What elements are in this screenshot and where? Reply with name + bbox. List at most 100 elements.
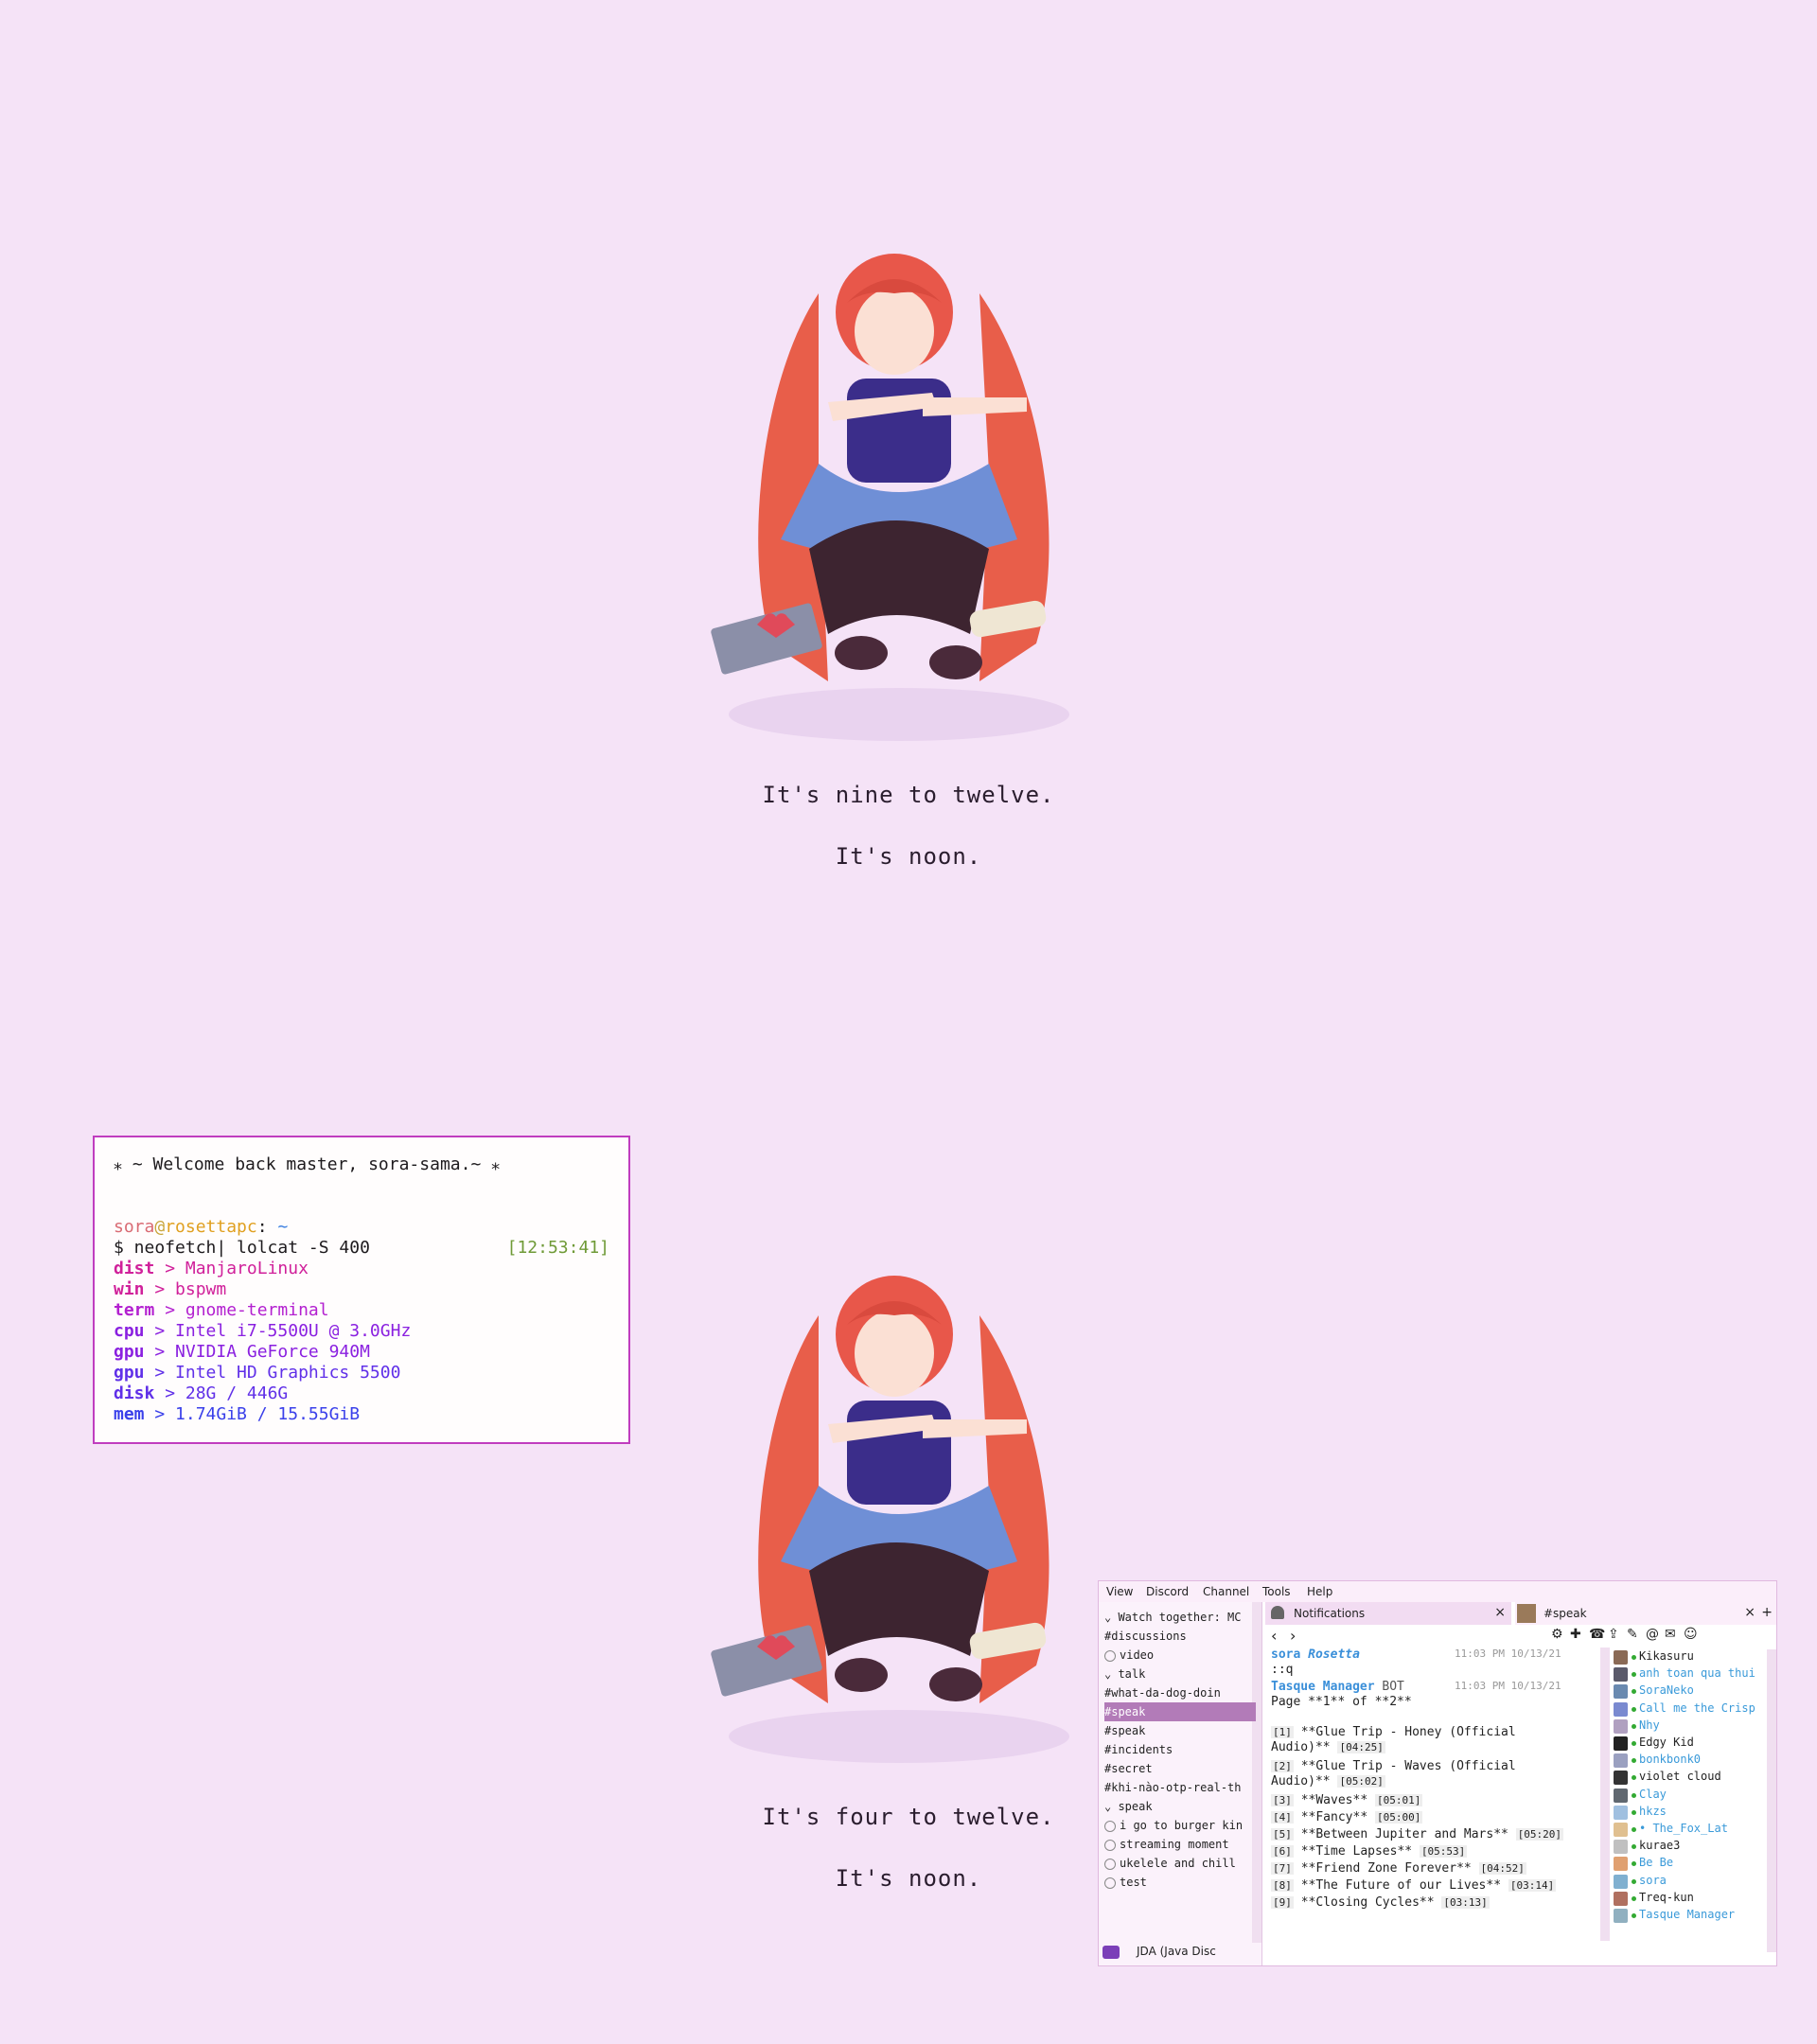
online-status-icon bbox=[1632, 1844, 1636, 1850]
online-status-icon bbox=[1632, 1827, 1636, 1832]
add-tab-icon[interactable]: + bbox=[1761, 1605, 1773, 1620]
channel-item[interactable]: test bbox=[1104, 1873, 1256, 1892]
prompt-host: rosettapc bbox=[165, 1217, 257, 1237]
member-name: violet cloud bbox=[1639, 1770, 1721, 1784]
member-item[interactable]: Nhy bbox=[1614, 1718, 1765, 1735]
channel-item[interactable]: #khi-nào-otp-real-th bbox=[1104, 1778, 1256, 1797]
mention-icon[interactable]: @ bbox=[1646, 1627, 1659, 1642]
chevron-down-icon: ⌄ bbox=[1104, 1800, 1119, 1813]
neofetch-key: win bbox=[114, 1279, 145, 1299]
track-number: [6] bbox=[1271, 1845, 1294, 1858]
forward-icon[interactable]: › bbox=[1290, 1627, 1296, 1645]
member-item[interactable]: Clay bbox=[1614, 1788, 1765, 1804]
avatar bbox=[1614, 1736, 1628, 1751]
channel-label: #what-da-dog-doin bbox=[1104, 1686, 1221, 1700]
channel-item[interactable]: i go to burger kin bbox=[1104, 1816, 1256, 1835]
online-status-icon bbox=[1632, 1655, 1636, 1660]
channel-item[interactable]: #secret bbox=[1104, 1759, 1256, 1778]
menu-discord[interactable]: Discord bbox=[1146, 1585, 1189, 1598]
avatar bbox=[1614, 1718, 1628, 1734]
chat-scrollbar[interactable] bbox=[1600, 1648, 1610, 1941]
menu-help[interactable]: Help bbox=[1307, 1585, 1332, 1598]
track-number: [2] bbox=[1271, 1760, 1294, 1772]
track-duration: [03:14] bbox=[1508, 1879, 1557, 1892]
caption-line-2: It's noon. bbox=[835, 843, 982, 870]
voice-channel-icon bbox=[1104, 1877, 1116, 1889]
channel-item[interactable]: ⌄ talk bbox=[1104, 1665, 1256, 1683]
members-icon[interactable]: ☺ bbox=[1684, 1627, 1698, 1642]
track-duration: [03:13] bbox=[1441, 1896, 1490, 1909]
track-title: **Waves** bbox=[1300, 1793, 1368, 1807]
tab-speak[interactable]: #speak × + bbox=[1515, 1602, 1776, 1625]
phone-icon[interactable]: ☎ bbox=[1589, 1627, 1605, 1642]
chevron-down-icon: ⌄ bbox=[1104, 1667, 1119, 1681]
server-bar: JDA (Java Disc bbox=[1099, 1945, 1261, 1965]
track-number: [8] bbox=[1271, 1879, 1294, 1892]
channel-item[interactable]: #incidents bbox=[1104, 1740, 1256, 1759]
server-name[interactable]: JDA (Java Disc bbox=[1137, 1945, 1216, 1958]
channel-label: #speak bbox=[1104, 1724, 1146, 1737]
tab-notifications-label: Notifications bbox=[1294, 1607, 1366, 1620]
channel-item[interactable]: streaming moment bbox=[1104, 1835, 1256, 1854]
online-status-icon bbox=[1632, 1792, 1636, 1798]
close-icon[interactable]: × bbox=[1744, 1605, 1755, 1620]
member-item[interactable]: Edgy Kid bbox=[1614, 1736, 1765, 1752]
channel-item[interactable]: ukelele and chill bbox=[1104, 1854, 1256, 1873]
neofetch-key: gpu bbox=[114, 1342, 145, 1362]
upload-icon[interactable]: ⇪ bbox=[1608, 1627, 1619, 1642]
online-status-icon bbox=[1632, 1861, 1636, 1867]
channel-item[interactable]: #what-da-dog-doin bbox=[1104, 1683, 1256, 1702]
track-duration: [04:25] bbox=[1337, 1741, 1385, 1753]
voice-channel-icon bbox=[1104, 1858, 1116, 1870]
inbox-icon[interactable]: ✉ bbox=[1665, 1627, 1676, 1642]
settings-icon[interactable]: ⚙ bbox=[1551, 1627, 1563, 1642]
channel-item[interactable]: #speak bbox=[1104, 1721, 1256, 1740]
member-item[interactable]: Be Be bbox=[1614, 1856, 1765, 1872]
menu-view[interactable]: View bbox=[1106, 1585, 1133, 1598]
desktop-top: It's nine to twelve. It's noon. bbox=[0, 0, 1817, 1022]
member-item[interactable]: • The_Fox_Lat bbox=[1614, 1822, 1765, 1838]
menu-channel[interactable]: Channel bbox=[1203, 1585, 1249, 1598]
member-item[interactable]: bonkbonk0 bbox=[1614, 1753, 1765, 1769]
discord-client-window[interactable]: View Discord Channel Tools Help ⌄ Watch … bbox=[1098, 1580, 1777, 1966]
prompt-at: @ bbox=[154, 1217, 166, 1237]
member-name: hkzs bbox=[1639, 1804, 1667, 1818]
member-item[interactable]: Tasque Manager bbox=[1614, 1908, 1765, 1924]
online-status-icon bbox=[1632, 1741, 1636, 1746]
pin-icon[interactable]: ✎ bbox=[1627, 1627, 1638, 1642]
member-item[interactable]: sora bbox=[1614, 1874, 1765, 1890]
online-status-icon bbox=[1632, 1723, 1636, 1729]
channel-item[interactable]: ⌄ Watch together: MC bbox=[1104, 1608, 1256, 1627]
add-icon[interactable]: ✚ bbox=[1570, 1627, 1581, 1642]
close-icon[interactable]: × bbox=[1494, 1605, 1506, 1620]
member-name: Be Be bbox=[1639, 1856, 1674, 1870]
member-item[interactable]: SoraNeko bbox=[1614, 1683, 1765, 1700]
server-icon[interactable] bbox=[1103, 1946, 1120, 1959]
terminal-window[interactable]: ⁎ ~ Welcome back master, sora-sama.~ ⁎ s… bbox=[93, 1136, 630, 1444]
neofetch-value: > 28G / 446G bbox=[154, 1383, 289, 1403]
message-text: ::q bbox=[1271, 1663, 1294, 1677]
member-item[interactable]: violet cloud bbox=[1614, 1770, 1765, 1786]
channel-item[interactable]: #speak bbox=[1104, 1702, 1256, 1721]
prompt-colon: : bbox=[256, 1217, 268, 1237]
tab-notifications[interactable]: Notifications × bbox=[1265, 1602, 1511, 1625]
member-item[interactable]: hkzs bbox=[1614, 1805, 1765, 1821]
member-item[interactable]: anh toan qua thui bbox=[1614, 1666, 1765, 1683]
member-item[interactable]: kurae3 bbox=[1614, 1839, 1765, 1855]
prompt-path: ~ bbox=[277, 1217, 289, 1237]
channel-item[interactable]: ⌄ speak bbox=[1104, 1797, 1256, 1816]
channel-item[interactable]: #discussions bbox=[1104, 1627, 1256, 1646]
member-scrollbar[interactable] bbox=[1767, 1649, 1776, 1952]
member-name: Nhy bbox=[1639, 1718, 1660, 1732]
bell-icon bbox=[1271, 1606, 1284, 1619]
member-item[interactable]: Call me the Crisp bbox=[1614, 1701, 1765, 1718]
message-author[interactable]: sora Rosetta bbox=[1271, 1648, 1360, 1662]
member-name: Treq-kun bbox=[1639, 1890, 1694, 1904]
member-item[interactable]: Kikasuru bbox=[1614, 1649, 1765, 1665]
member-item[interactable]: Treq-kun bbox=[1614, 1891, 1765, 1907]
neofetch-value: > Intel i7-5500U @ 3.0GHz bbox=[144, 1321, 412, 1341]
back-icon[interactable]: ‹ bbox=[1271, 1627, 1277, 1645]
bot-author[interactable]: Tasque Manager BOT bbox=[1271, 1680, 1404, 1694]
menu-tools[interactable]: Tools bbox=[1262, 1585, 1291, 1598]
channel-item[interactable]: video bbox=[1104, 1646, 1256, 1665]
